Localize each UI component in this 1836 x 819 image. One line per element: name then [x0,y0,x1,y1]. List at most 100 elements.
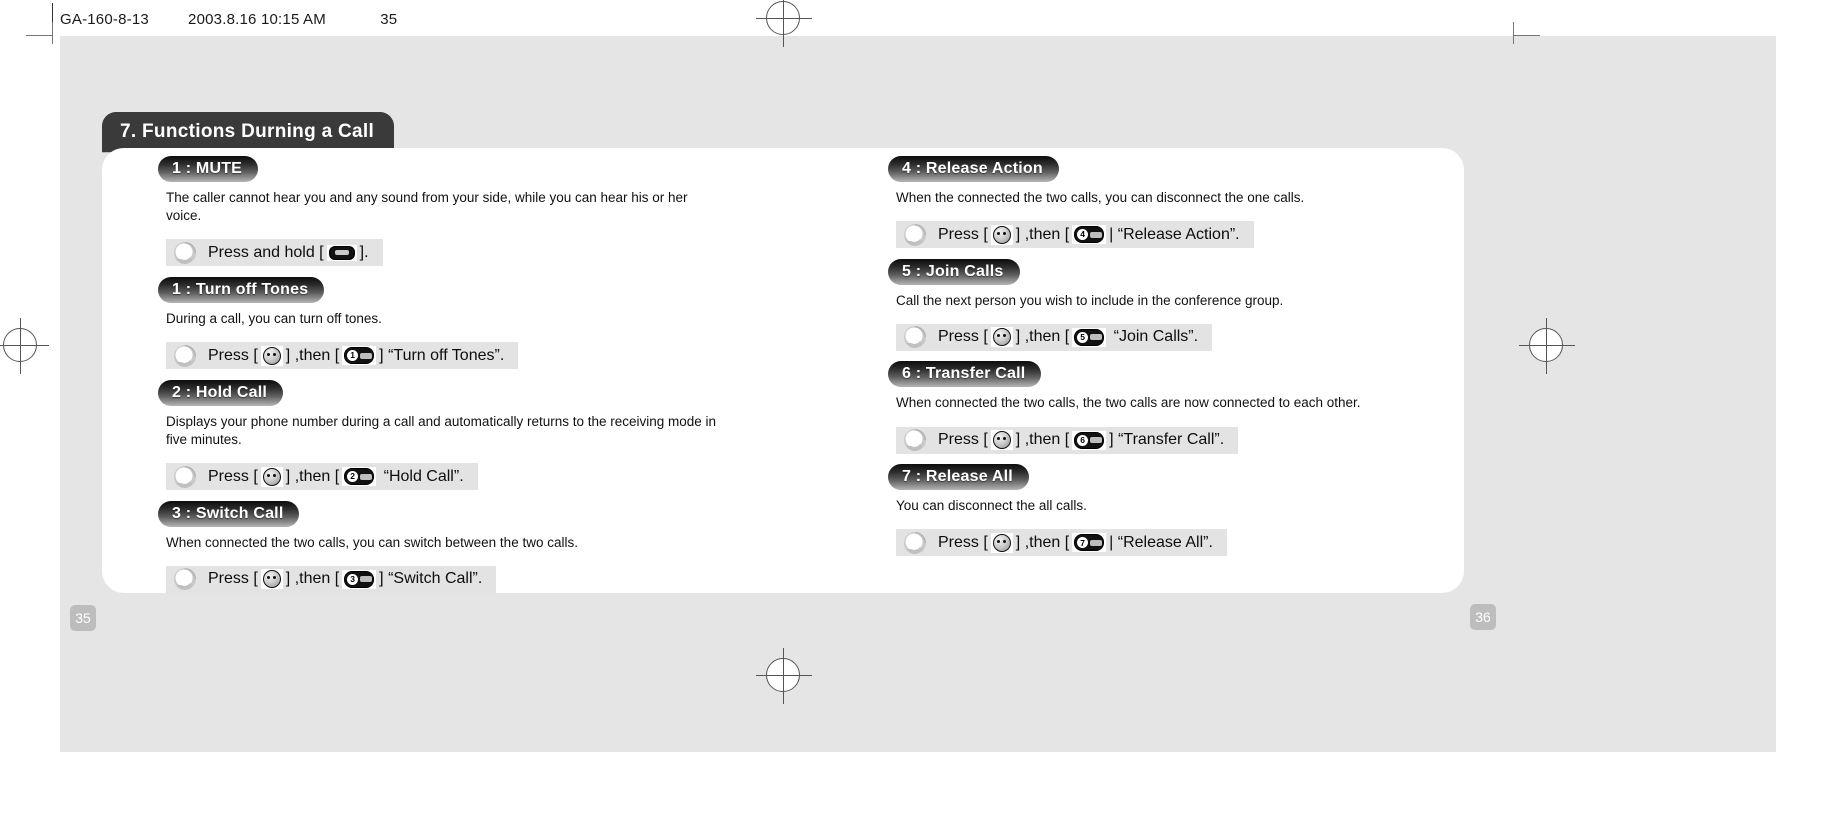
instruction-prefix: Press [ [938,328,988,346]
instruction-strip: Press [ ] ,then [1] “Turn off Tones”. [166,342,519,370]
instruction-suffix: | “Release Action”. [1109,225,1240,243]
instruction-strip: Press [ ] ,then [2 “Hold Call”. [166,463,478,491]
instruction-text: Press [ ] ,then [4 | “Release Action”. [938,224,1240,245]
crop-mark-top-right [1514,35,1540,36]
instruction-middle: ] ,then [ [1015,533,1070,551]
section-description: Call the next person you wish to include… [896,292,1284,308]
instruction-middle: ] ,then [ [1015,431,1070,449]
chapter-title-tab: 7. Functions Durning a Call [102,112,395,152]
number-key-7-icon: 7 [1072,533,1107,553]
print-header-text: GA-160-8-13 2003.8.16 10:15 AM 35 [60,11,398,28]
swirl-bullet-icon [902,222,928,248]
instruction-text: Press [ ] ,then [3] “Switch Call”. [208,569,483,590]
section-description: When connected the two calls, you can sw… [166,534,578,550]
manual-section: 2 : Hold Call Displays your phone number … [158,379,798,495]
instruction-prefix: Press and hold [ [208,243,324,261]
number-key-2-icon: 2 [342,467,377,487]
instruction-suffix: | “Release All”. [1109,533,1213,551]
manual-section: 1 : Turn off Tones During a call, you can… [158,276,798,374]
section-description: When connected the two calls, the two ca… [896,395,1361,411]
swirl-bullet-icon [172,566,198,592]
gutter-bottom [60,752,1776,783]
print-header-strip: GA-160-8-13 2003.8.16 10:15 AM 35 [0,0,1836,36]
registration-mark-bottom [756,648,812,704]
instruction-prefix: Press [ [938,533,988,551]
section-description: You can disconnect the all calls. [896,498,1087,514]
manual-section: 3 : Switch Call When connected the two ca… [158,500,798,598]
instruction-text: Press and hold []. [208,244,369,262]
instruction-text: Press [ ] ,then [1] “Turn off Tones”. [208,345,505,366]
column-right: 4 : Release Action When the connected the… [888,156,1528,567]
instruction-suffix: ] “Transfer Call”. [1109,431,1225,449]
swirl-bullet-icon [172,464,198,490]
section-heading-pill: 1 : Turn off Tones [158,276,325,303]
crop-mark-right [1513,22,1514,44]
section-description: During a call, you can turn off tones. [166,310,382,326]
instruction-strip: Press [ ] ,then [4 | “Release Action”. [896,221,1254,249]
menu-key-icon [990,430,1013,451]
swirl-bullet-icon [902,324,928,350]
manual-section: 6 : Transfer Call When connected the two … [888,361,1528,458]
instruction-suffix: “Hold Call”. [379,467,464,485]
section-heading-pill: 5 : Join Calls [888,258,1020,285]
instruction-text: Press [ ] ,then [6] “Transfer Call”. [938,430,1225,451]
section-description: The caller cannot hear you and any sound… [166,190,688,224]
instruction-prefix: Press [ [208,467,258,485]
instruction-strip: Press [ ] ,then [7 | “Release All”. [896,529,1227,557]
section-heading-pill: 1 : MUTE [158,156,259,182]
instruction-suffix: ]. [359,243,369,261]
swirl-bullet-icon [902,427,928,453]
menu-key-icon [260,466,283,487]
section-description: When the connected the two calls, you ca… [896,190,1305,205]
manual-section: 4 : Release Action When the connected the… [888,156,1528,253]
manual-section: 1 : MUTE The caller cannot hear you and a… [158,156,798,271]
instruction-text: Press [ ] ,then [2 “Hold Call”. [208,466,464,487]
section-description: Displays your phone number during a call… [166,413,717,447]
menu-key-icon [260,345,283,366]
manual-section: 5 : Join Calls Call the next person you w… [888,258,1528,356]
page-number-right: 36 [1470,604,1496,630]
section-heading-pill: 4 : Release Action [888,156,1059,182]
instruction-strip: Press [] ,then [5 “Join Calls”. [896,323,1213,351]
menu-key-icon [990,327,1013,348]
instruction-middle: ] ,then [ [285,346,340,364]
instruction-prefix: Press [ [938,225,988,243]
number-key-6-icon: 6 [1072,430,1107,450]
instruction-text: Press [] ,then [5 “Join Calls”. [938,327,1199,348]
manual-section: 7 : Release All You can disconnect the al… [888,464,1528,561]
instruction-suffix: “Join Calls”. [1109,328,1199,346]
crop-mark-top-left [26,35,52,36]
menu-key-icon [260,569,283,590]
instruction-middle: ] ,then [ [285,467,340,485]
instruction-text: Press [ ] ,then [7 | “Release All”. [938,532,1213,553]
print-sheet: GA-160-8-13 2003.8.16 10:15 AM 35 7. Fun… [0,0,1836,819]
swirl-bullet-icon [902,530,928,556]
number-key-4-icon: 4 [1072,225,1107,245]
instruction-middle: ] ,then [ [285,570,340,588]
number-key-1-icon: 1 [342,346,377,366]
number-key-3-icon: 3 [342,569,377,589]
gutter-right [1776,36,1814,783]
instruction-strip: Press [ ] ,then [6] “Transfer Call”. [896,426,1239,454]
swirl-bullet-icon [172,240,198,266]
section-heading-pill: 2 : Hold Call [158,379,284,406]
page-number-left: 35 [70,605,96,631]
instruction-middle: ] ,then [ [1015,328,1070,346]
section-heading-pill: 6 : Transfer Call [888,361,1042,388]
registration-mark-left [0,318,49,374]
section-heading-pill: 7 : Release All [888,464,1029,491]
instruction-middle: ] ,then [ [1015,225,1070,243]
instruction-prefix: Press [ [938,431,988,449]
instruction-suffix: ] “Turn off Tones”. [379,346,505,364]
registration-mark-right [1519,318,1575,374]
menu-key-icon [990,224,1013,245]
column-left: 1 : MUTE The caller cannot hear you and a… [158,156,798,603]
gutter-left [22,36,60,783]
crop-mark-left [52,22,53,44]
instruction-suffix: ] “Switch Call”. [379,570,483,588]
instruction-prefix: Press [ [208,570,258,588]
menu-key-icon [990,532,1013,553]
instruction-prefix: Press [ [208,346,258,364]
registration-mark-top [756,0,812,47]
instruction-strip: Press and hold []. [166,239,383,267]
